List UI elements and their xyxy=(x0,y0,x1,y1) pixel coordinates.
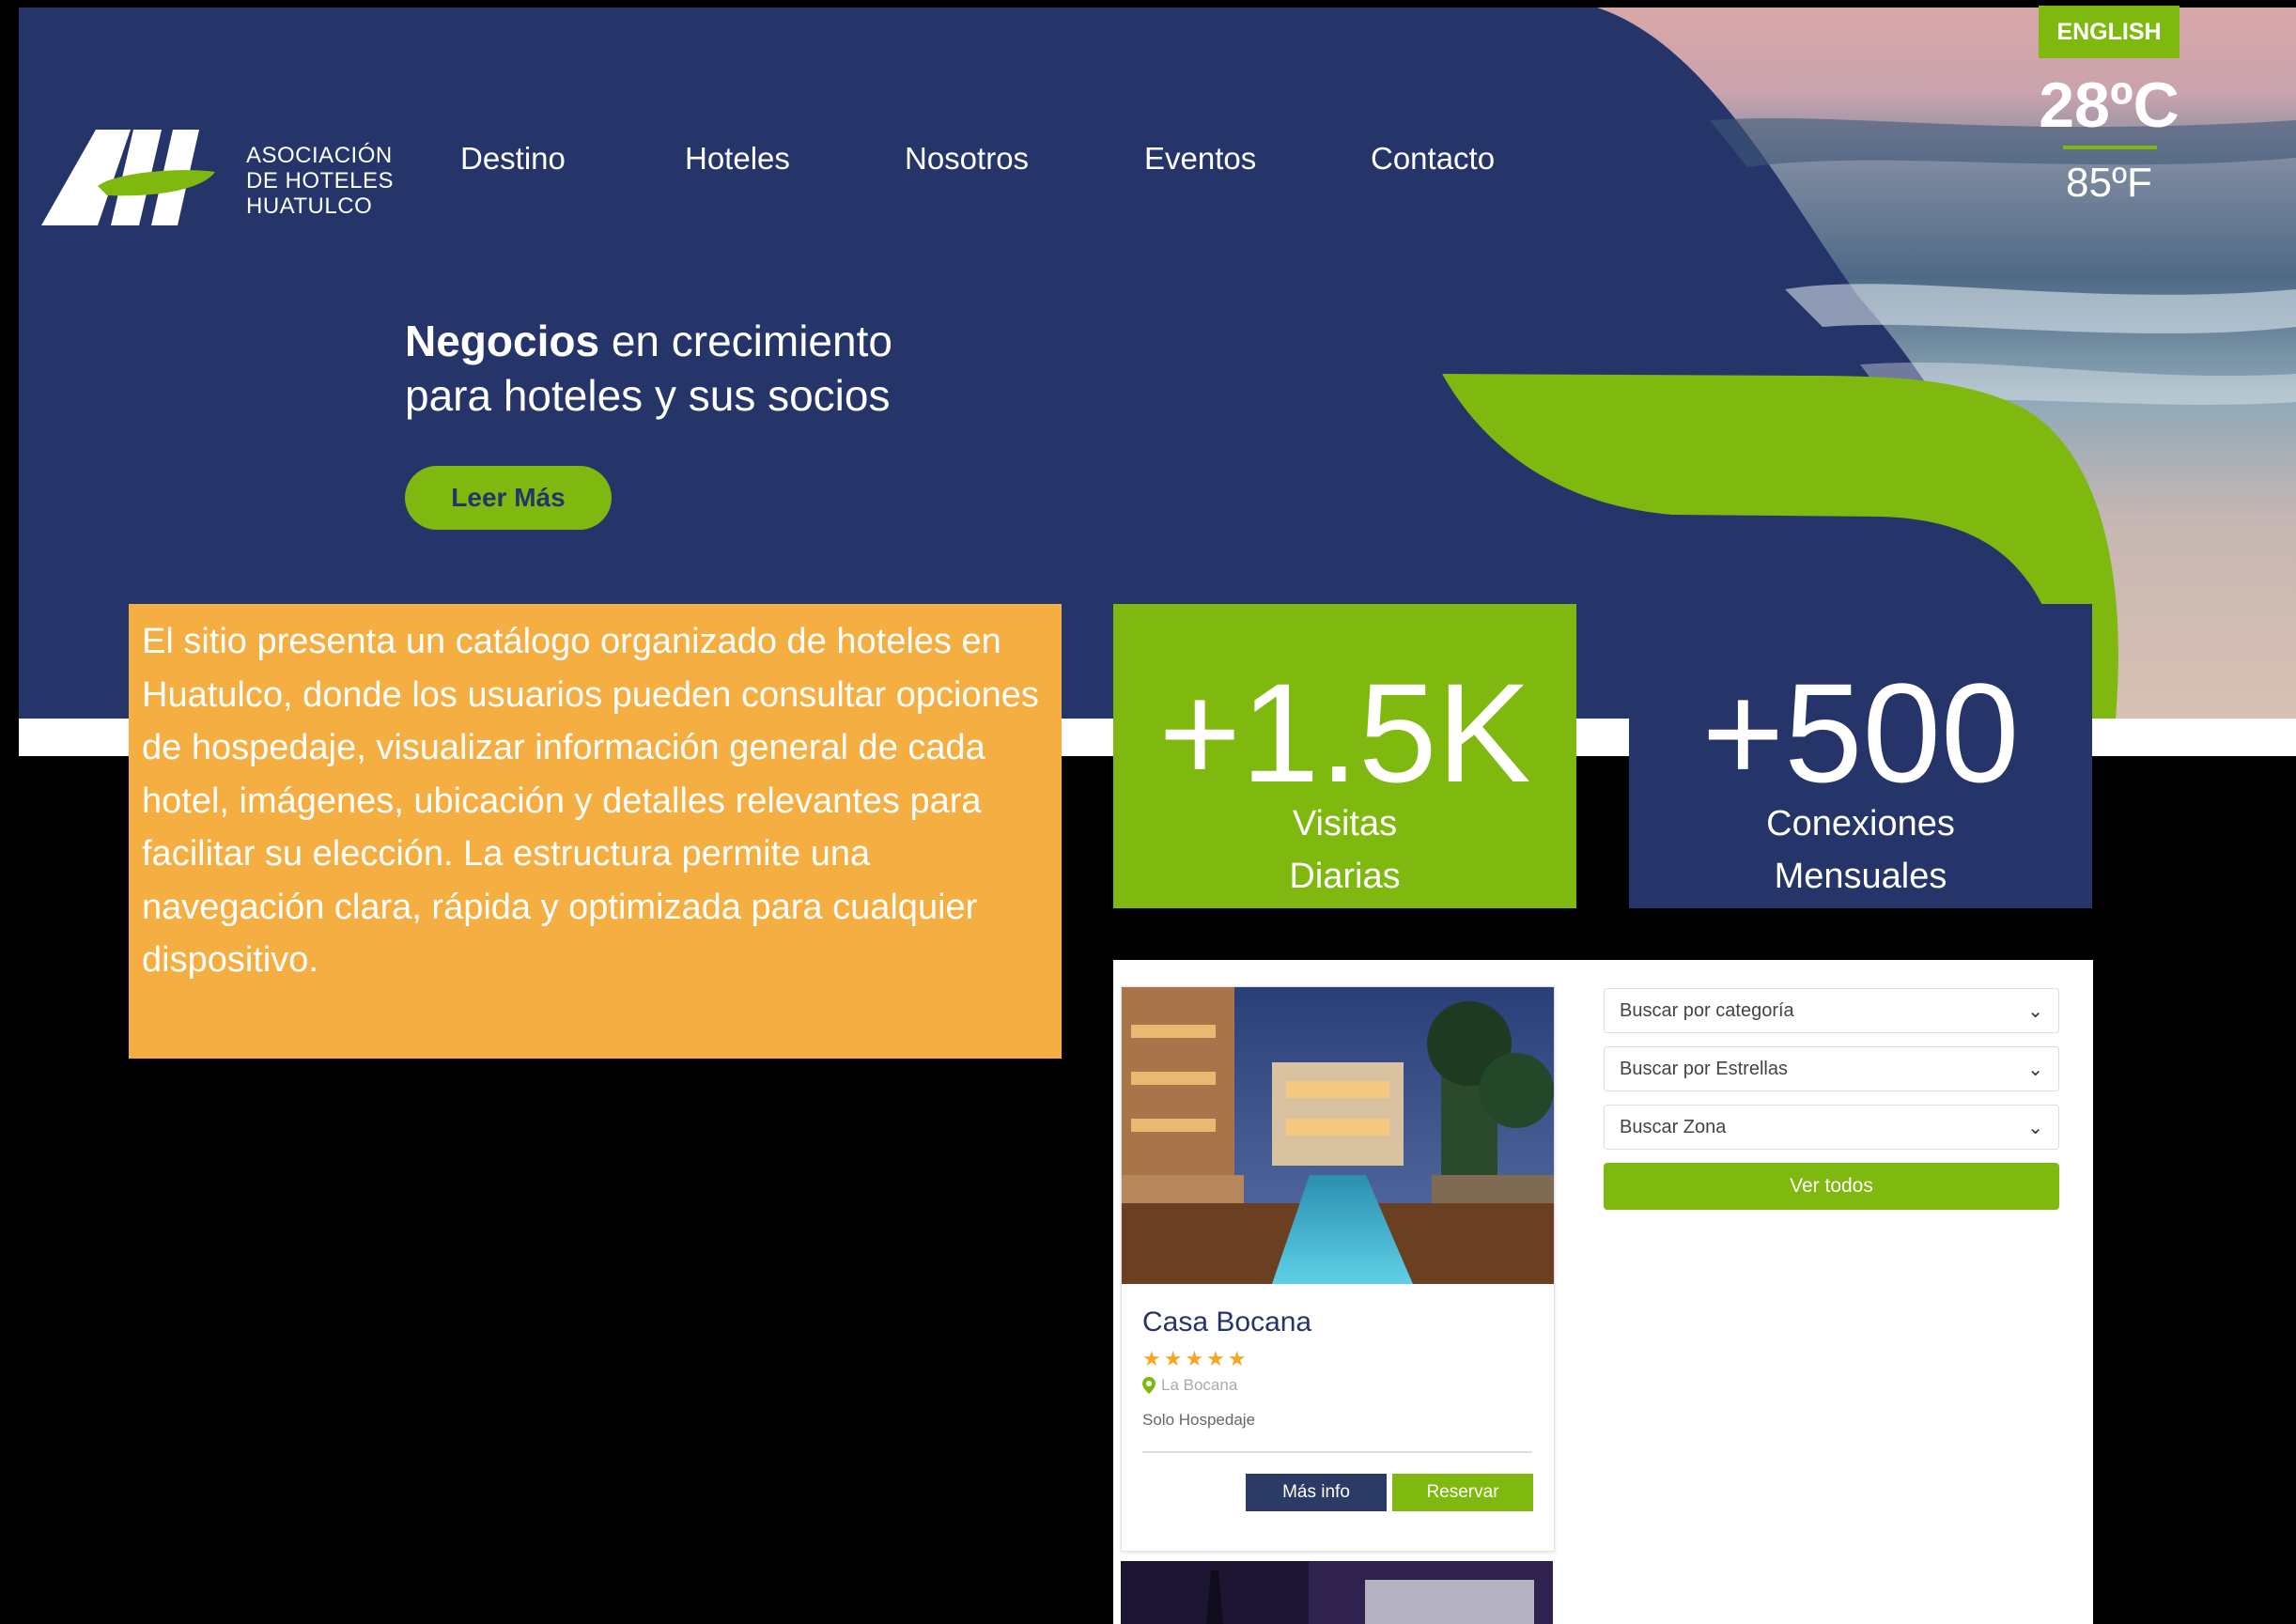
map-pin-icon xyxy=(1142,1377,1156,1394)
temperature-celsius: 28ºC xyxy=(2039,70,2180,141)
logo-line: HUATULCO xyxy=(246,193,373,219)
temperature-divider xyxy=(2063,146,2157,149)
read-more-button[interactable]: Leer Más xyxy=(405,466,612,530)
hotel-card[interactable]: Casa Bocana ★★★★★ La Bocana Solo Hospeda… xyxy=(1121,986,1555,1552)
nav-eventos[interactable]: Eventos xyxy=(1144,141,1256,177)
select-label: Buscar por categoría xyxy=(1620,999,1794,1021)
hotel-location: La Bocana xyxy=(1142,1376,1237,1395)
hotel-title[interactable]: Casa Bocana xyxy=(1142,1307,1311,1338)
location-label: La Bocana xyxy=(1161,1376,1238,1394)
hotel-photo xyxy=(1121,1561,1553,1624)
chevron-down-icon: ⌄ xyxy=(2027,1117,2043,1138)
stars-select[interactable]: Buscar por Estrellas ⌄ xyxy=(1604,1046,2059,1091)
stat-label: Conexiones Mensuales xyxy=(1629,797,2092,903)
logo-text: ASOCIACIÓN DE HOTELES HUATULCO xyxy=(246,143,394,219)
logo-line: ASOCIACIÓN xyxy=(246,143,393,168)
chevron-down-icon: ⌄ xyxy=(2027,1000,2043,1022)
stat-label-line: Visitas xyxy=(1292,804,1398,843)
zone-select[interactable]: Buscar Zona ⌄ xyxy=(1604,1105,2059,1150)
hotel-photo[interactable] xyxy=(1122,987,1554,1284)
select-label: Buscar Zona xyxy=(1620,1116,1727,1137)
stat-daily-visits: +1.5K Visitas Diarias xyxy=(1113,604,1576,908)
select-label: Buscar por Estrellas xyxy=(1620,1058,1788,1079)
star-rating: ★★★★★ xyxy=(1142,1347,1249,1370)
chevron-down-icon: ⌄ xyxy=(2027,1059,2043,1080)
logo-line: DE HOTELES xyxy=(246,168,395,193)
language-button[interactable]: ENGLISH xyxy=(2039,6,2180,58)
hotel-type: Solo Hospedaje xyxy=(1142,1411,1256,1429)
stat-value: +500 xyxy=(1701,654,2020,812)
card-divider xyxy=(1142,1451,1532,1453)
more-info-button[interactable]: Más info xyxy=(1246,1474,1387,1511)
tagline-rest: en crecimiento xyxy=(599,317,892,365)
stat-label-line: Conexiones xyxy=(1766,804,1955,843)
category-select[interactable]: Buscar por categoría ⌄ xyxy=(1604,988,2059,1033)
stat-label-line: Mensuales xyxy=(1774,857,1947,896)
stat-label: Visitas Diarias xyxy=(1113,797,1576,903)
view-all-button[interactable]: Ver todos xyxy=(1604,1163,2059,1210)
nav-destino[interactable]: Destino xyxy=(460,141,566,177)
hotel-listing-preview: Casa Bocana ★★★★★ La Bocana Solo Hospeda… xyxy=(1113,960,2093,1624)
temperature-fahrenheit: 85ºF xyxy=(2066,160,2152,206)
tagline-bold: Negocios xyxy=(405,317,600,365)
nav-hoteles[interactable]: Hoteles xyxy=(685,141,790,177)
tagline-line2: para hoteles y sus socios xyxy=(405,371,891,420)
reserve-button[interactable]: Reservar xyxy=(1392,1474,1533,1511)
description-box: El sitio presenta un catálogo organizado… xyxy=(129,604,1062,1059)
nav-contacto[interactable]: Contacto xyxy=(1371,141,1495,177)
stat-value: +1.5K xyxy=(1158,654,1531,812)
hero-tagline: Negocios en crecimiento para hoteles y s… xyxy=(405,314,892,423)
stat-monthly-connections: +500 Conexiones Mensuales xyxy=(1629,604,2092,908)
stat-label-line: Diarias xyxy=(1289,857,1401,896)
nav-nosotros[interactable]: Nosotros xyxy=(905,141,1029,177)
hotel-card-next[interactable] xyxy=(1121,1561,1553,1624)
